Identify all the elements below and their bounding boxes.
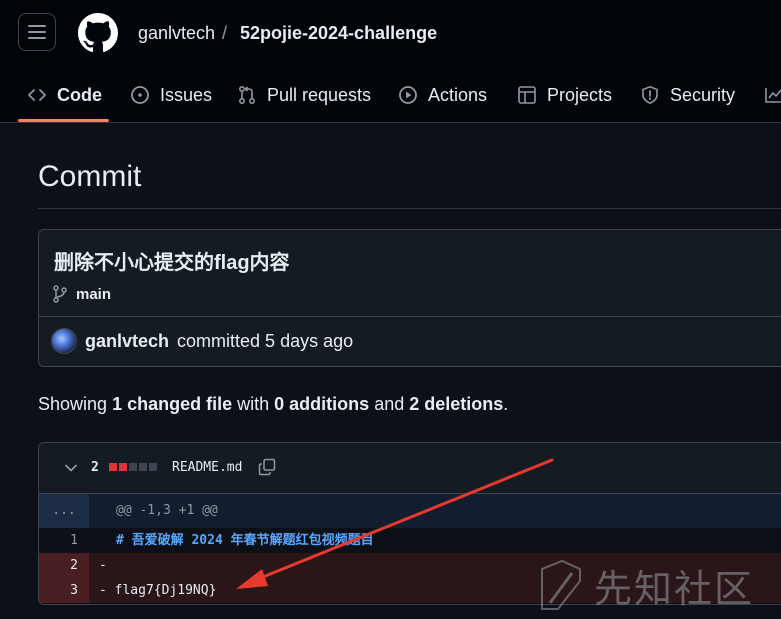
tab-label: Projects [547,84,613,105]
issue-icon [131,86,149,104]
diff-context-row: 1 # 吾爱破解 2024 年春节解题红包视频题目 [39,528,781,553]
hamburger-icon [28,25,46,39]
app-header: ganlvtech / 52pojie-2024-challenge [0,0,781,68]
diffstat-neutral-block [149,463,157,471]
shield-icon [642,85,658,105]
chevron-down-icon[interactable] [64,461,78,475]
summary-text: with [237,394,270,414]
tab-label: Code [57,84,102,105]
divider [38,208,781,209]
code-line: - flag7{Dj19NQ} [99,583,217,598]
active-tab-indicator [18,119,109,122]
repo-nav-tabs: Code Issues Pull requests Actions Projec… [0,68,781,123]
tab-label: Actions [428,84,488,105]
repo-name-link[interactable]: 52pojie-2024-challenge [240,23,437,44]
diffstat-neutral-block [139,463,147,471]
line-number[interactable]: 3 [39,578,89,603]
tab-projects[interactable]: Projects [517,68,612,122]
play-icon [399,86,417,104]
committed-time: committed 5 days ago [177,330,354,351]
branch-icon [53,285,67,303]
expand-hunk-button[interactable]: ... [39,494,89,528]
author-link[interactable]: ganlvtech [85,331,169,352]
page-title: Commit [38,160,142,193]
tab-insights-partial[interactable] [764,68,781,122]
copy-icon[interactable] [258,458,276,476]
divider [39,316,781,317]
table-icon [518,86,536,104]
additions-count: 0 additions [274,394,370,414]
hunk-header-row: ... @@ -1,3 +1 @@ [39,494,781,528]
branch-name: main [76,285,112,303]
watermark-text: 先知社区 [594,567,755,611]
tab-label: Pull requests [267,84,372,105]
repo-owner-link[interactable]: ganlvtech [138,23,215,44]
diffstat-neutral-block [129,463,137,471]
tab-code[interactable]: Code [27,68,102,122]
file-name-link[interactable]: README.md [172,460,242,475]
diffstat-bar [109,463,157,471]
tab-label: Issues [160,84,213,105]
menu-button[interactable] [18,13,56,51]
changed-files-count: 1 changed file [112,394,233,414]
commit-box: 删除不小心提交的flag内容 main ganlvtech committed … [38,229,781,367]
breadcrumb-separator: / [222,23,228,43]
file-change-count: 2 [91,460,99,475]
pull-request-icon [238,85,256,105]
deletions-count: 2 deletions [409,394,504,414]
tab-security[interactable]: Security [640,68,735,122]
diffstat-deletion-block [119,463,127,471]
tab-label: Security [670,84,736,105]
diffstat-deletion-block [109,463,117,471]
watermark-logo-icon [541,559,581,610]
graph-icon [765,88,781,103]
branch-link[interactable]: main [52,285,111,303]
line-number[interactable]: 2 [39,553,89,578]
code-line: # 吾爱破解 2024 年春节解题红包视频题目 [116,533,374,548]
line-number[interactable]: 1 [39,528,89,553]
summary-period: . [503,394,509,414]
tab-pull-requests[interactable]: Pull requests [237,68,371,122]
avatar[interactable] [51,328,77,354]
code-line: - [99,558,107,573]
github-logo-icon[interactable] [78,13,118,53]
tab-actions[interactable]: Actions [398,68,487,122]
commit-author-row: ganlvtech committed 5 days ago [51,328,353,354]
summary-text: Showing [38,394,108,414]
hunk-header: @@ -1,3 +1 @@ [116,503,218,518]
summary-text: and [374,394,405,414]
code-icon [28,89,46,101]
file-diff-header: 2 README.md [39,443,781,494]
commit-message: 删除不小心提交的flag内容 [54,252,290,274]
diff-summary: Showing 1 changed file with 0 additions … [38,394,508,415]
watermark: 先知社区 [538,558,754,613]
tab-issues[interactable]: Issues [130,68,212,122]
